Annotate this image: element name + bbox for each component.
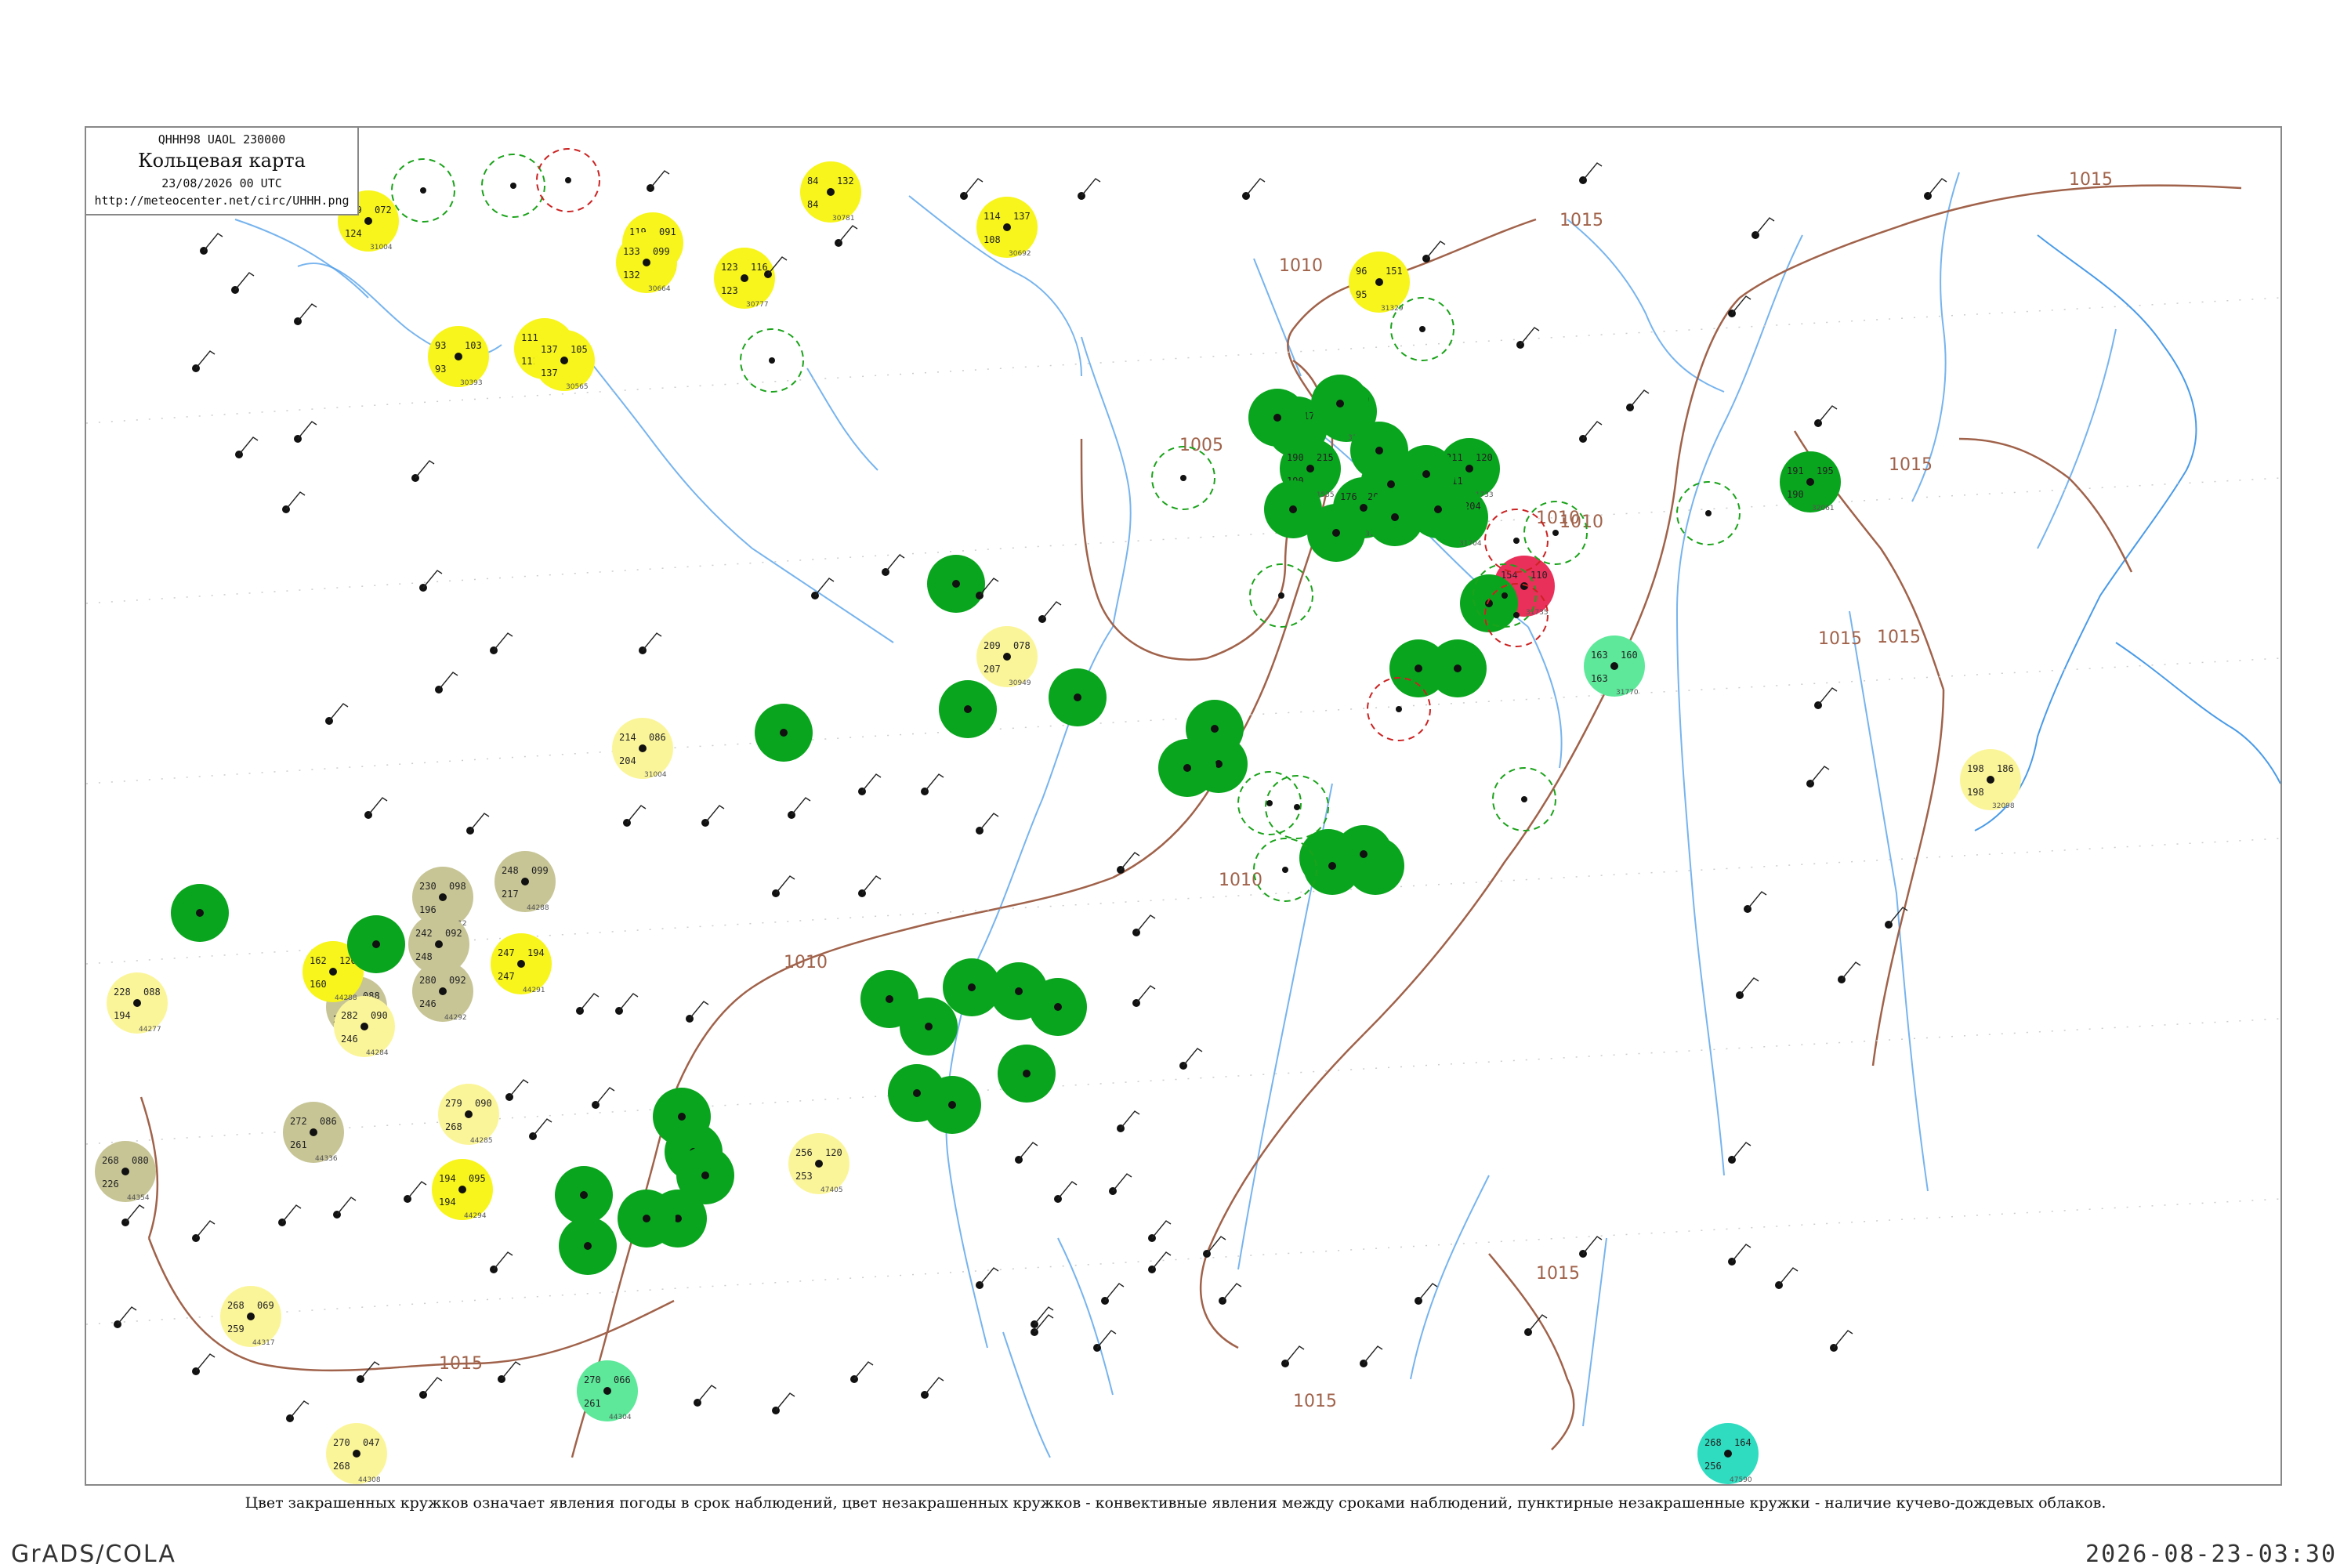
legend-caption: Цвет закрашенных кружков означает явлени… (245, 1494, 2106, 1512)
footer-timestamp: 2026-08-23-03:30 (2085, 1541, 2337, 1568)
map-frame (85, 126, 2282, 1486)
map-url[interactable]: http://meteocenter.net/circ/UHHH.png (86, 194, 357, 208)
map-date: 23/08/2026 00 UTC (161, 176, 282, 190)
map-header: QHHH98 UAOL 230000 Кольцевая карта 23/08… (86, 128, 359, 215)
map-title: Кольцевая карта (138, 150, 306, 172)
bulletin-code: QHHH98 UAOL 230000 (158, 132, 286, 147)
footer-software: GrADS/COLA (11, 1541, 176, 1568)
